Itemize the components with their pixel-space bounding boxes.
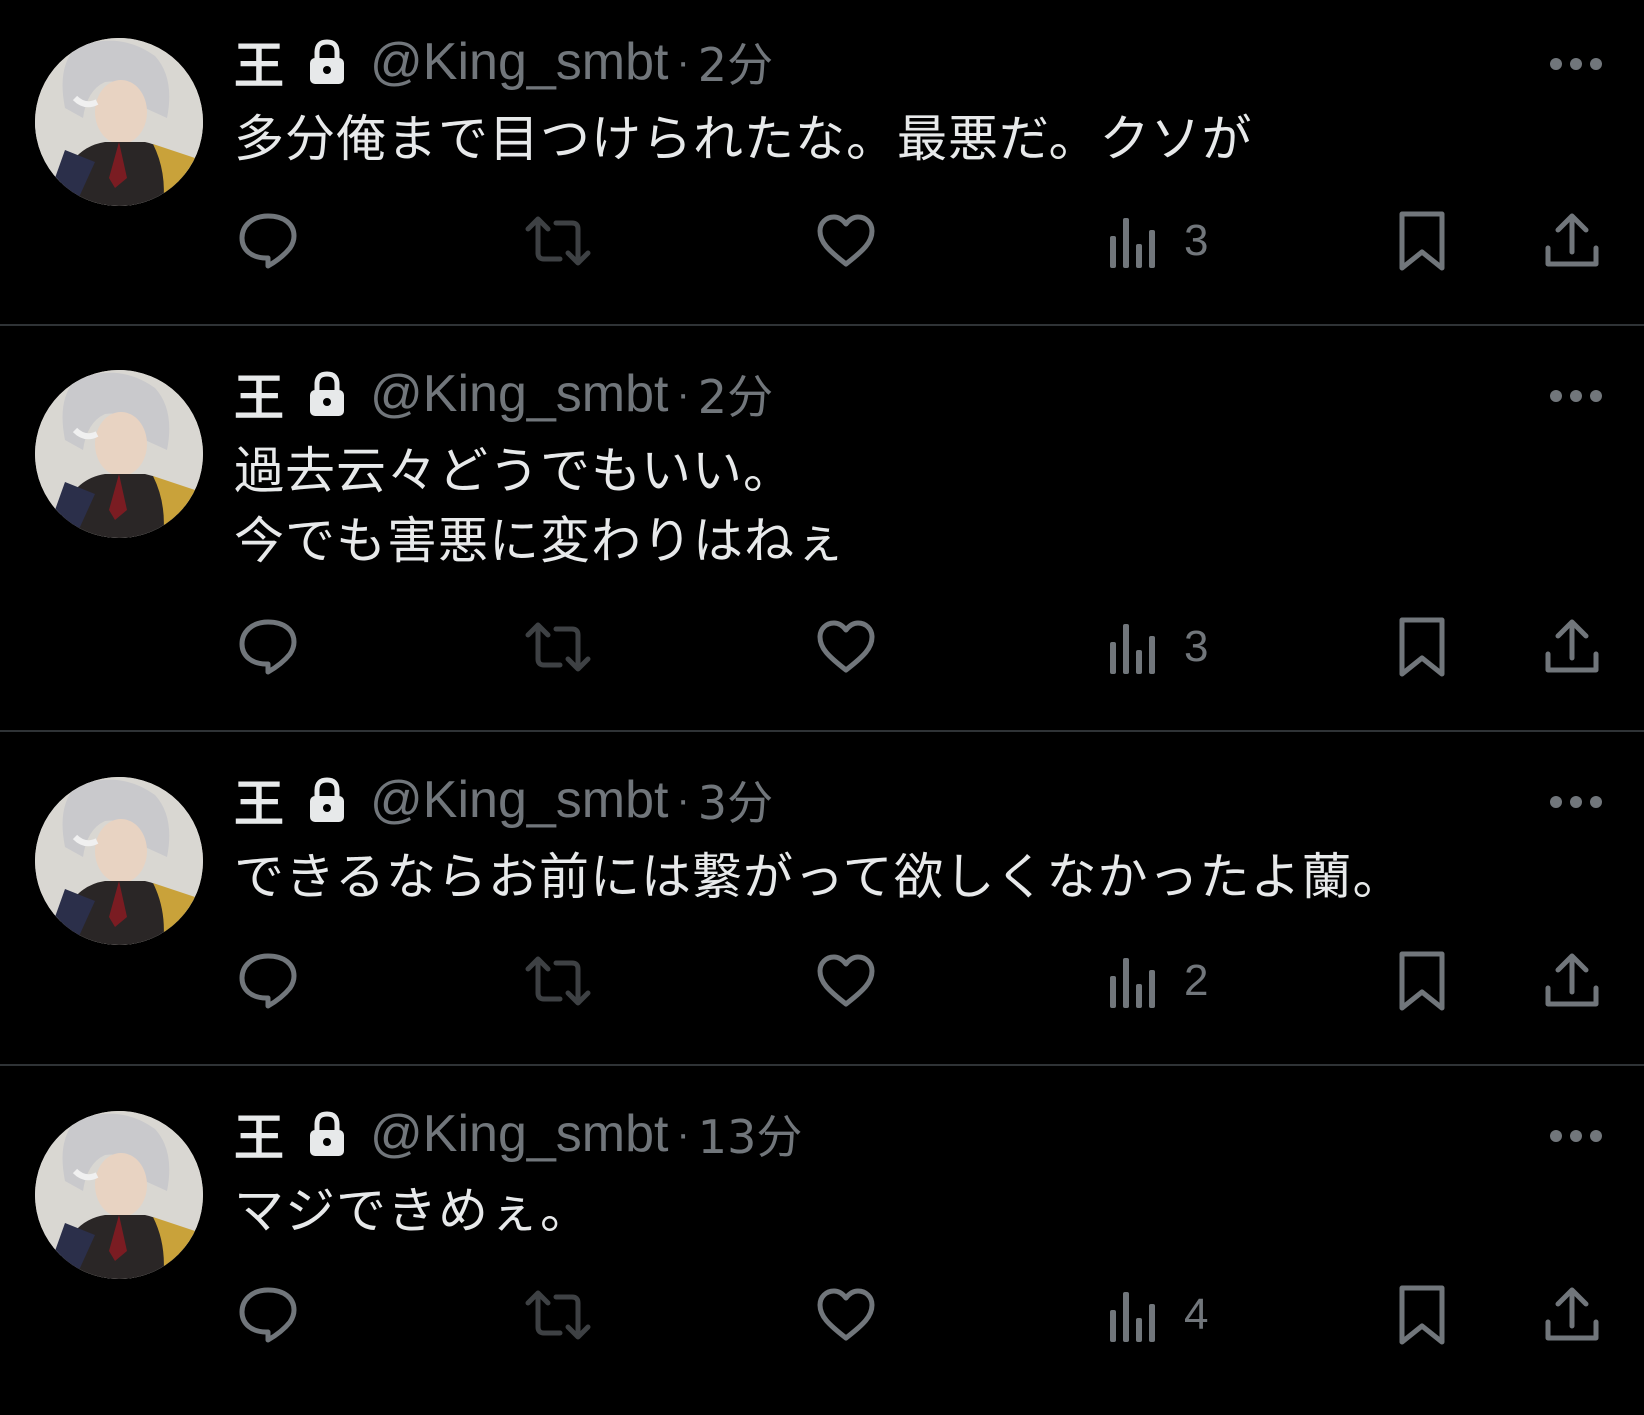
avatar[interactable]	[35, 777, 203, 945]
display-name[interactable]: 王	[234, 1098, 286, 1170]
share-button[interactable]	[1544, 612, 1600, 682]
timestamp[interactable]: 2分	[698, 29, 773, 95]
action-bar: 2	[0, 946, 1644, 1016]
tweet-text: マジできめぇ。	[234, 1182, 591, 1240]
share-icon	[1545, 213, 1599, 267]
retweet-button[interactable]	[524, 206, 592, 276]
share-icon	[1545, 953, 1599, 1007]
views-button[interactable]: 4	[1108, 1280, 1208, 1350]
tweet-text: できるならお前には繋がって欲しくなかったよ蘭。	[234, 848, 1404, 906]
share-icon	[1545, 619, 1599, 673]
view-count: 2	[1184, 956, 1209, 1005]
view-count: 3	[1184, 216, 1209, 265]
lock-icon	[310, 777, 344, 822]
like-button[interactable]	[816, 1280, 876, 1350]
share-button[interactable]	[1544, 1280, 1600, 1350]
user-handle[interactable]: @King_smbt	[370, 32, 668, 92]
avatar-image	[35, 38, 203, 206]
avatar[interactable]	[35, 370, 203, 538]
action-bar: 3	[0, 612, 1644, 682]
retweet-button[interactable]	[524, 946, 592, 1016]
heart-icon	[817, 1288, 875, 1341]
view-count: 4	[1184, 1290, 1209, 1339]
display-name[interactable]: 王	[234, 358, 286, 430]
more-horizontal-icon[interactable]	[1548, 1128, 1604, 1144]
heart-icon	[817, 620, 875, 673]
more-horizontal-icon[interactable]	[1548, 388, 1604, 404]
tweet[interactable]: 王 @King_smbt · 2分 過去云々どうでもいい。 今でも害悪に変わりは…	[0, 326, 1644, 730]
like-button[interactable]	[816, 206, 876, 276]
lock-icon	[310, 371, 344, 416]
reply-bubble-icon	[239, 1287, 297, 1343]
timestamp[interactable]: 2分	[698, 361, 773, 427]
view-count: 3	[1184, 622, 1209, 671]
more-horizontal-icon[interactable]	[1548, 56, 1604, 72]
avatar[interactable]	[35, 38, 203, 206]
heart-icon	[817, 214, 875, 267]
reply-bubble-icon	[239, 213, 297, 269]
like-button[interactable]	[816, 612, 876, 682]
bookmark-icon	[1399, 1285, 1445, 1345]
separator-dot: ·	[676, 777, 690, 822]
tweet[interactable]: 王 @King_smbt · 3分 できるならお前には繋がって欲しくなかったよ蘭…	[0, 732, 1644, 1064]
retweet-icon	[525, 216, 591, 266]
tweet-text: 多分俺まで目つけられたな。最悪だ。クソが	[234, 110, 1253, 168]
bar-chart-icon	[1110, 1292, 1155, 1342]
action-bar: 3	[0, 206, 1644, 276]
retweet-icon	[525, 622, 591, 672]
share-button[interactable]	[1544, 206, 1600, 276]
reply-button[interactable]	[238, 946, 298, 1016]
reply-button[interactable]	[238, 1280, 298, 1350]
lock-icon	[310, 1111, 344, 1156]
reply-button[interactable]	[238, 612, 298, 682]
timeline-feed: 王 @King_smbt · 2分 多分俺まで目つけられたな。最悪だ。クソが 3…	[0, 0, 1644, 1415]
user-handle[interactable]: @King_smbt	[370, 1104, 668, 1164]
reply-button[interactable]	[238, 206, 298, 276]
user-handle[interactable]: @King_smbt	[370, 364, 668, 424]
avatar-image	[35, 777, 203, 945]
bookmark-button[interactable]	[1398, 206, 1446, 276]
reply-bubble-icon	[239, 619, 297, 675]
reply-bubble-icon	[239, 953, 297, 1009]
action-bar: 4	[0, 1280, 1644, 1350]
bar-chart-icon	[1110, 958, 1155, 1008]
retweet-icon	[525, 1290, 591, 1340]
bookmark-icon	[1399, 951, 1445, 1011]
views-button[interactable]: 2	[1108, 946, 1208, 1016]
display-name[interactable]: 王	[234, 26, 286, 98]
like-button[interactable]	[816, 946, 876, 1016]
retweet-button[interactable]	[524, 612, 592, 682]
separator-dot: ·	[676, 1111, 690, 1156]
heart-icon	[817, 954, 875, 1007]
separator-dot: ·	[676, 371, 690, 416]
tweet[interactable]: 王 @King_smbt · 13分 マジできめぇ。 4	[0, 1066, 1644, 1415]
bookmark-icon	[1399, 211, 1445, 271]
bookmark-icon	[1399, 617, 1445, 677]
tweet[interactable]: 王 @King_smbt · 2分 多分俺まで目つけられたな。最悪だ。クソが 3	[0, 0, 1644, 324]
timestamp[interactable]: 13分	[698, 1101, 803, 1167]
bookmark-button[interactable]	[1398, 946, 1446, 1016]
bar-chart-icon	[1110, 624, 1155, 674]
retweet-icon	[525, 956, 591, 1006]
avatar-image	[35, 1111, 203, 1279]
lock-icon	[310, 39, 344, 84]
views-button[interactable]: 3	[1108, 612, 1208, 682]
views-button[interactable]: 3	[1108, 206, 1208, 276]
share-icon	[1545, 1287, 1599, 1341]
user-handle[interactable]: @King_smbt	[370, 770, 668, 830]
retweet-button[interactable]	[524, 1280, 592, 1350]
share-button[interactable]	[1544, 946, 1600, 1016]
avatar-image	[35, 370, 203, 538]
avatar[interactable]	[35, 1111, 203, 1279]
display-name[interactable]: 王	[234, 764, 286, 836]
bookmark-button[interactable]	[1398, 612, 1446, 682]
timestamp[interactable]: 3分	[698, 767, 773, 833]
tweet-text: 過去云々どうでもいい。 今でも害悪に変わりはねぇ	[234, 442, 846, 570]
bookmark-button[interactable]	[1398, 1280, 1446, 1350]
separator-dot: ·	[676, 39, 690, 84]
more-horizontal-icon[interactable]	[1548, 794, 1604, 810]
bar-chart-icon	[1110, 218, 1155, 268]
